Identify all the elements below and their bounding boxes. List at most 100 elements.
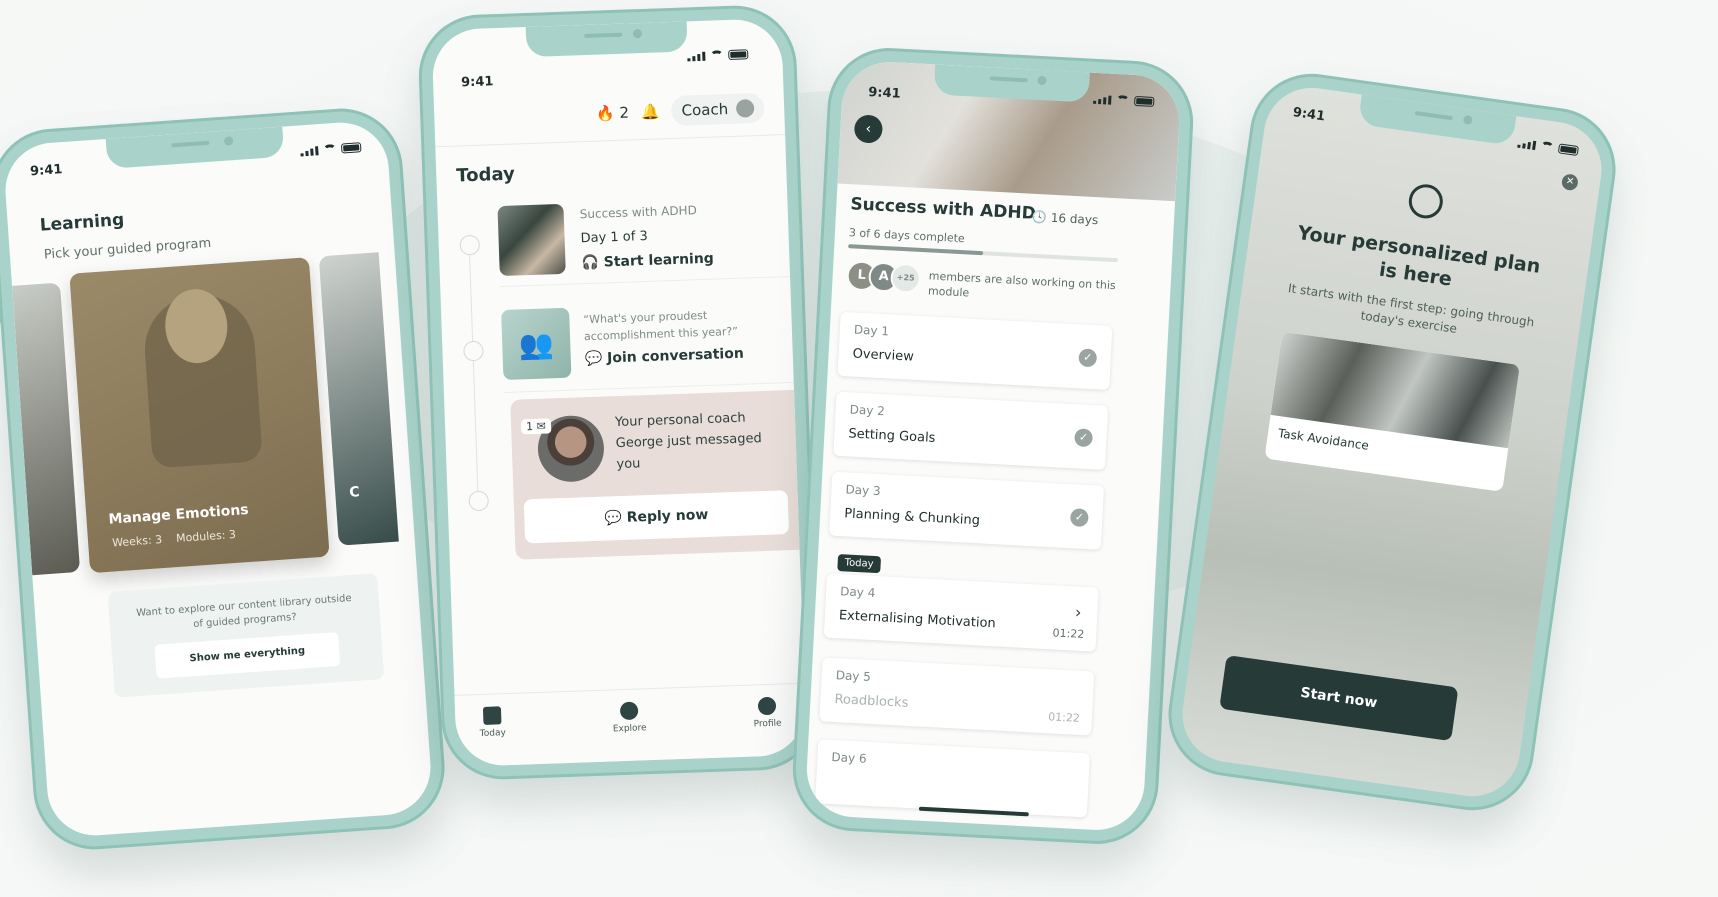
bell-icon[interactable]: 🔔 [641, 102, 660, 121]
day-name: Externalising Motivation [838, 608, 997, 632]
program-card-next[interactable]: C [318, 252, 399, 546]
progress-fill [848, 244, 984, 256]
day-name: Setting Goals [848, 426, 936, 446]
check-icon: ✓ [1078, 348, 1098, 368]
reply-now-button[interactable]: 💬 Reply now [523, 490, 790, 544]
explore-text: Want to explore our content library outs… [135, 592, 352, 631]
headphones-icon: 🎧 [581, 254, 600, 272]
status-icons [300, 142, 362, 157]
message-badge: 1 ✉ [520, 418, 552, 435]
battery-icon [340, 142, 362, 154]
status-time: 9:41 [867, 85, 902, 102]
tab-today[interactable]: Today [479, 706, 507, 766]
timeline-line [468, 239, 479, 509]
app-logo-icon [1406, 182, 1446, 221]
members-text: members are also working on this module [927, 269, 1117, 300]
side-button [0, 282, 2, 323]
learning-screen: 9:41 Learning Pick your guided program M… [2, 119, 434, 839]
wifi-icon [322, 143, 337, 155]
day-name: Overview [852, 346, 915, 365]
profile-icon [757, 696, 777, 716]
day-name: Planning & Chunking [843, 506, 981, 529]
status-icons [687, 49, 749, 62]
today-tag: Today [837, 554, 881, 574]
tab-explore[interactable]: Explore [612, 701, 648, 761]
chevron-right-icon: › [1074, 602, 1082, 622]
program-card-modules: Modules: 3 [175, 527, 237, 546]
day-card[interactable]: Day 2 Setting Goals ✓ [833, 391, 1109, 470]
conversation-item[interactable]: 👥 “What's your proudest accomplishment t… [500, 295, 794, 394]
program-card-previous[interactable] [12, 282, 81, 576]
status-icons [1517, 138, 1579, 157]
program-card-title: Manage Emotions [108, 501, 250, 528]
timeline-dot [463, 340, 484, 362]
timeline-dot [468, 490, 490, 512]
wifi-icon [1539, 140, 1555, 153]
tab-profile[interactable]: Profile [753, 696, 783, 757]
message-count: 1 [525, 420, 534, 434]
program-card-manage-emotions[interactable]: Manage Emotions Weeks: 3 Modules: 3 [69, 257, 330, 574]
join-conversation-link[interactable]: 💬 Join conversation [585, 346, 745, 368]
page-title: Learning [39, 209, 125, 236]
learning-progress: Day 1 of 3 [580, 228, 648, 247]
phone-today: 9:41 🔥 2 🔔 Coach Today Success with ADHD… [416, 3, 822, 782]
progress-text: 3 of 6 days complete [848, 226, 966, 246]
day-card[interactable]: Day 1 Overview ✓ [837, 311, 1113, 390]
chat-icon: 💬 [604, 509, 623, 527]
wifi-icon [1116, 94, 1130, 106]
start-now-button[interactable]: Start now [1219, 655, 1459, 742]
timeline-dot [459, 234, 481, 256]
today-screen: 9:41 🔥 2 🔔 Coach Today Success with ADHD… [431, 18, 807, 767]
progress-bar [848, 244, 1118, 263]
page-title: Today [455, 163, 516, 187]
coach-button[interactable]: Coach [671, 92, 765, 126]
battery-icon [1557, 143, 1579, 157]
day-duration: 01:22 [1052, 626, 1085, 642]
day-card-current[interactable]: Day 4 Externalising Motivation › 01:22 [823, 573, 1099, 652]
day-card-locked[interactable]: Day 6 [815, 739, 1091, 818]
day-label: Day 1 [853, 322, 890, 339]
chat-icon: 💬 [584, 350, 603, 368]
join-conversation-label: Join conversation [606, 345, 745, 367]
reply-now-label: Reply now [626, 506, 709, 526]
notch [1357, 94, 1517, 146]
module-screen: 9:41 ‹ Success with ADHD 🕓 16 days 3 of … [804, 59, 1182, 833]
coach-avatar [735, 99, 755, 118]
day-duration: 01:22 [1047, 710, 1081, 725]
tab-label: Profile [753, 718, 782, 730]
phone-module: 9:41 ‹ Success with ADHD 🕓 16 days 3 of … [789, 44, 1197, 848]
start-learning-link[interactable]: 🎧 Start learning [581, 251, 714, 272]
tab-bar: Today Explore Profile [454, 682, 807, 767]
coach-label: Coach [681, 100, 729, 120]
day-label: Day 4 [839, 584, 876, 601]
close-icon[interactable]: ✕ [1560, 173, 1579, 192]
flame-icon: 🔥 [595, 103, 615, 123]
clock-icon: 🕓 [1031, 209, 1048, 225]
program-card-meta: Weeks: 3 Modules: 3 [112, 528, 237, 550]
day-label: Day 6 [831, 749, 867, 766]
top-bar: 🔥 2 🔔 Coach [595, 92, 765, 129]
wifi-icon [710, 50, 724, 61]
coach-message: Your personal coach George just messaged… [614, 410, 763, 473]
streak[interactable]: 🔥 2 [596, 103, 630, 122]
tab-label: Today [479, 728, 507, 740]
status-time: 9:41 [29, 162, 63, 180]
signal-icon [687, 51, 706, 62]
day-label: Day 3 [845, 482, 882, 499]
show-everything-button[interactable]: Show me everything [154, 632, 341, 679]
program-card-weeks: Weeks: 3 [111, 533, 163, 550]
notch [105, 126, 284, 169]
day-card[interactable]: Day 3 Planning & Chunking ✓ [829, 471, 1105, 550]
calendar-icon [482, 706, 502, 725]
check-icon: ✓ [1069, 508, 1089, 528]
learning-item[interactable]: Success with ADHD Day 1 of 3 🎧 Start lea… [497, 190, 791, 288]
module-duration: 🕓 16 days [1032, 210, 1099, 227]
phone-learning: 9:41 Learning Pick your guided program M… [0, 104, 449, 854]
start-learning-label: Start learning [603, 250, 715, 271]
day-card-locked[interactable]: Day 5 Roadblocks 01:22 [819, 657, 1095, 736]
signal-icon [1517, 139, 1537, 151]
battery-icon [728, 49, 749, 60]
day-label: Day 2 [849, 402, 886, 419]
exercise-card[interactable]: Task Avoidance [1264, 331, 1520, 492]
module-duration-text: 16 days [1050, 210, 1099, 228]
